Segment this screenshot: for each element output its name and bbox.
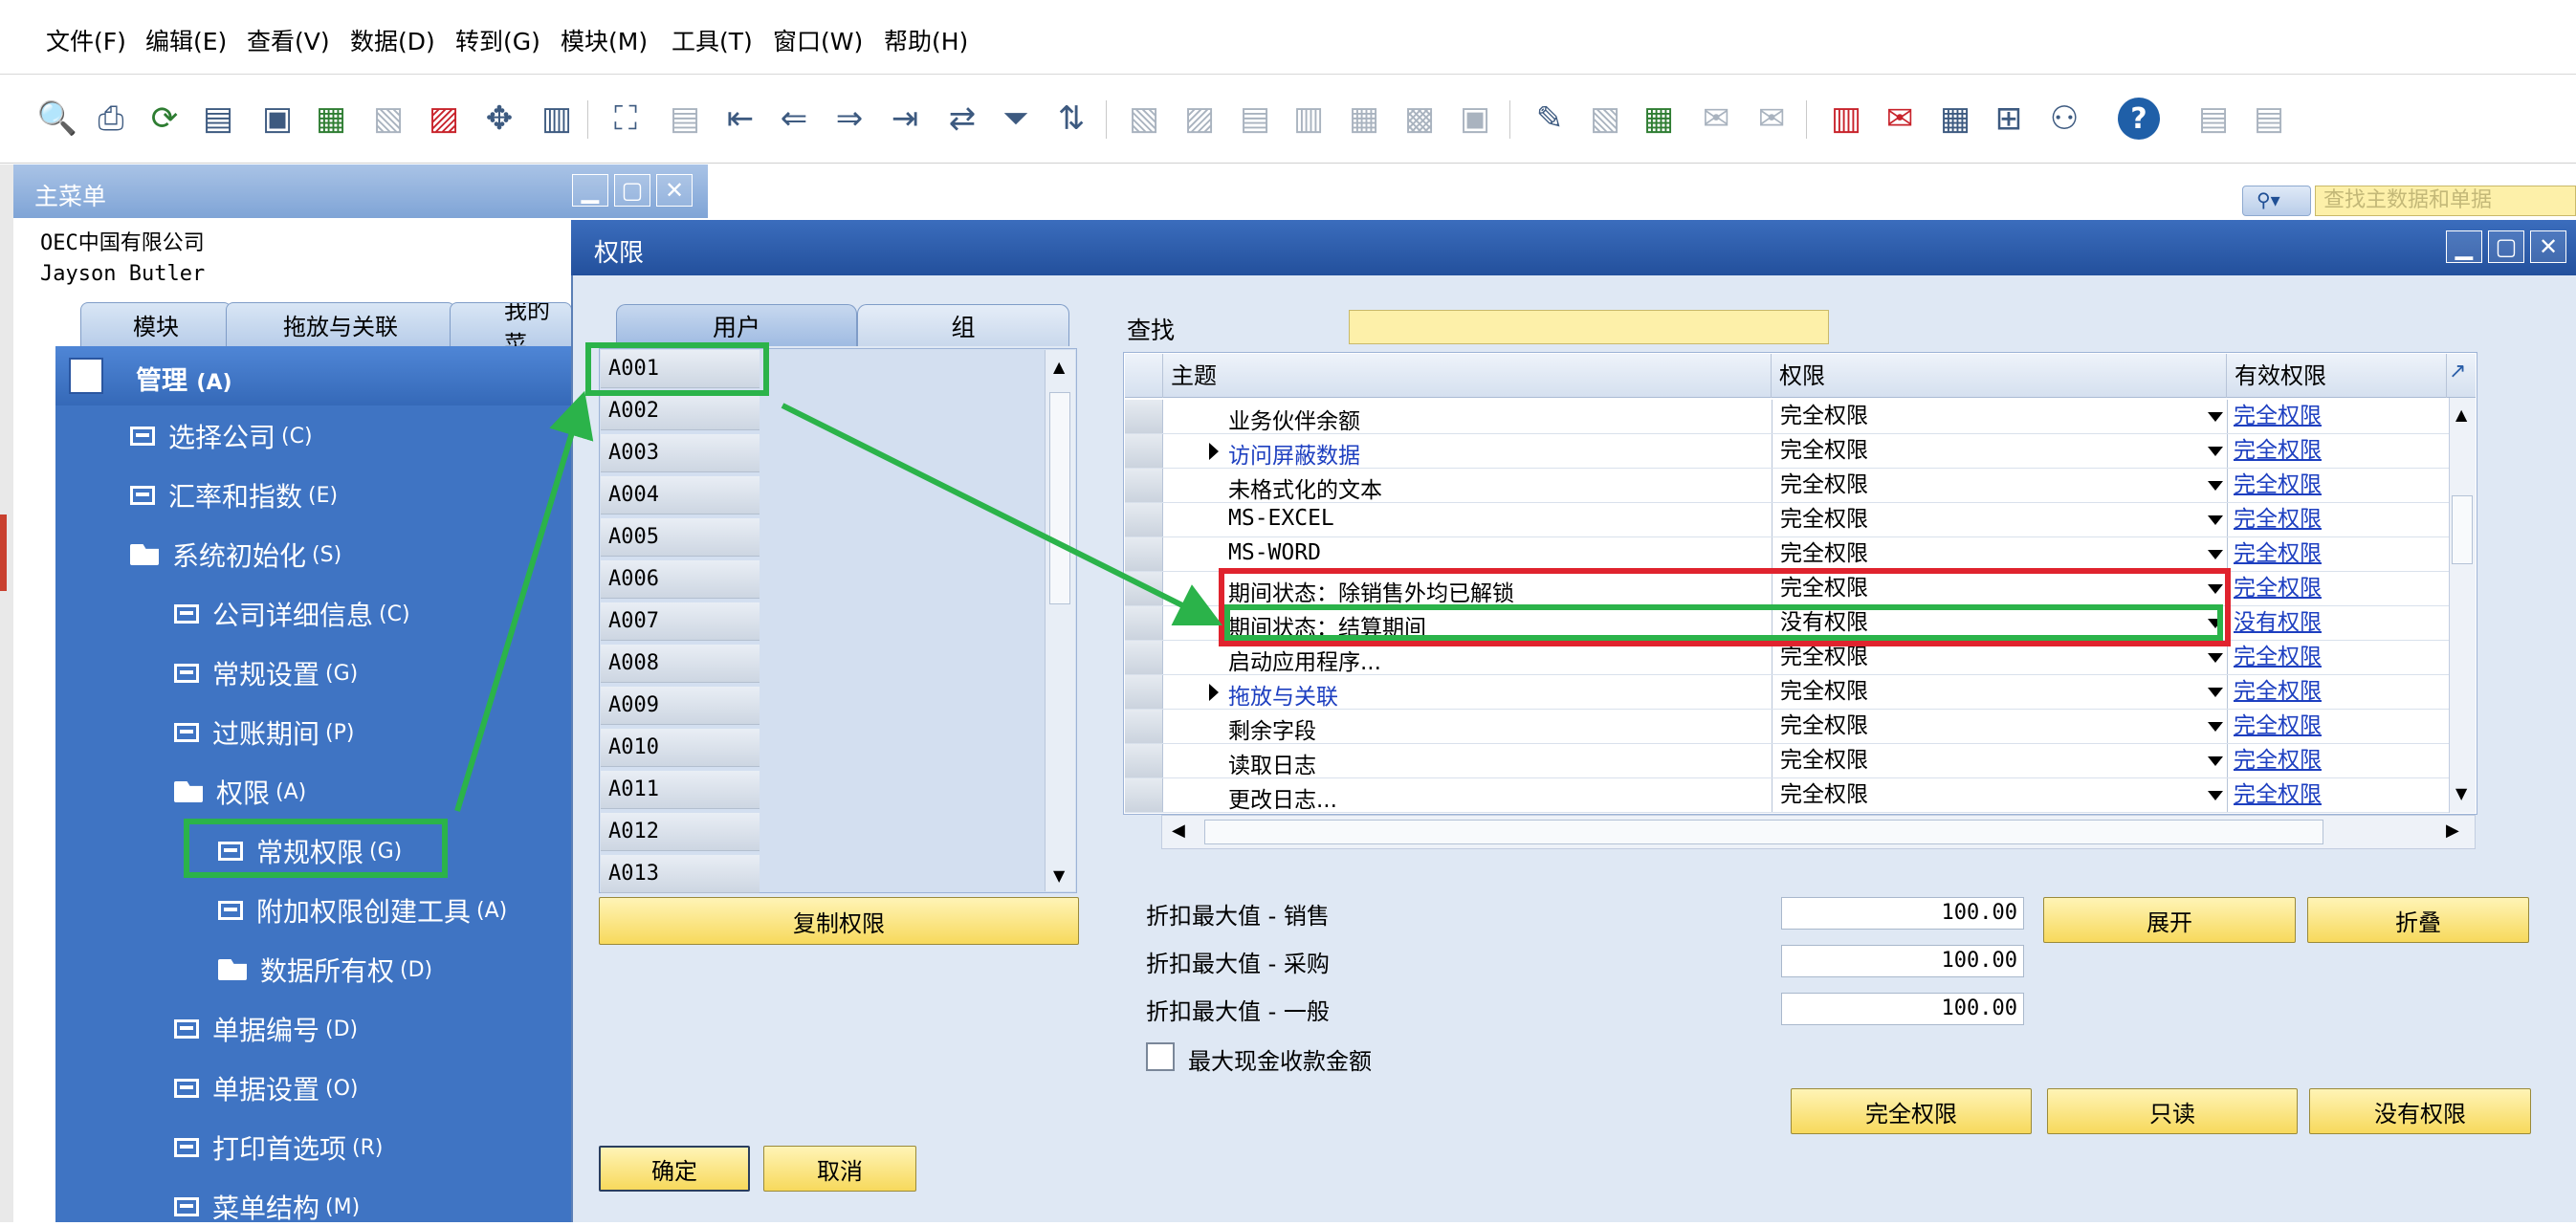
annotation-arrow-to-row [781,403,1223,626]
annotation-arrows [454,390,1223,812]
annotation-arrow-to-user [454,390,594,812]
